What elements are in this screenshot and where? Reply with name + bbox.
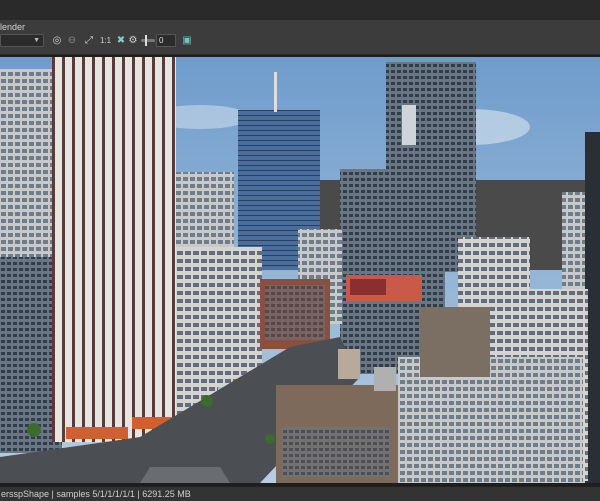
status-bar: ersspShape | samples 5/1/1/1/1/1 | 6291.… [0,486,600,501]
color-correct-icon: ✖ [116,35,126,46]
exposure-slider[interactable] [141,35,155,46]
save-image-button[interactable]: ▣ [180,34,194,47]
chevron-down-icon: ▼ [33,37,40,44]
render-button[interactable]: ◎ [50,34,64,47]
gear-icon: ⚙ [128,35,138,46]
region-icon: ⤢ [85,35,93,46]
stop-icon: ⊖ [67,35,77,46]
region-render-button[interactable]: ⤢ [82,34,96,47]
exposure-slider-knob[interactable] [145,35,147,46]
stop-render-button[interactable]: ⊖ [65,34,79,47]
render-toolbar: lender ▼ ◎ ⊖ ⤢ 1:1 ✖ ⚙ ▣ [0,20,600,55]
left-building [0,69,58,269]
settings-button[interactable]: ⚙ [126,34,140,47]
render-viewport[interactable] [0,57,600,483]
status-text: ersspShape | samples 5/1/1/1/1/1 | 6291.… [1,489,191,499]
renderer-dropdown[interactable]: ▼ [0,34,44,47]
ratio-button[interactable]: 1:1 [100,34,111,47]
title-bar [0,0,600,20]
exposure-input[interactable] [156,34,176,47]
render-icon: ◎ [52,35,62,46]
white-tower [52,57,176,442]
rendered-city-image [0,57,600,483]
save-icon: ▣ [182,35,192,46]
renderer-label: lender [0,22,26,32]
